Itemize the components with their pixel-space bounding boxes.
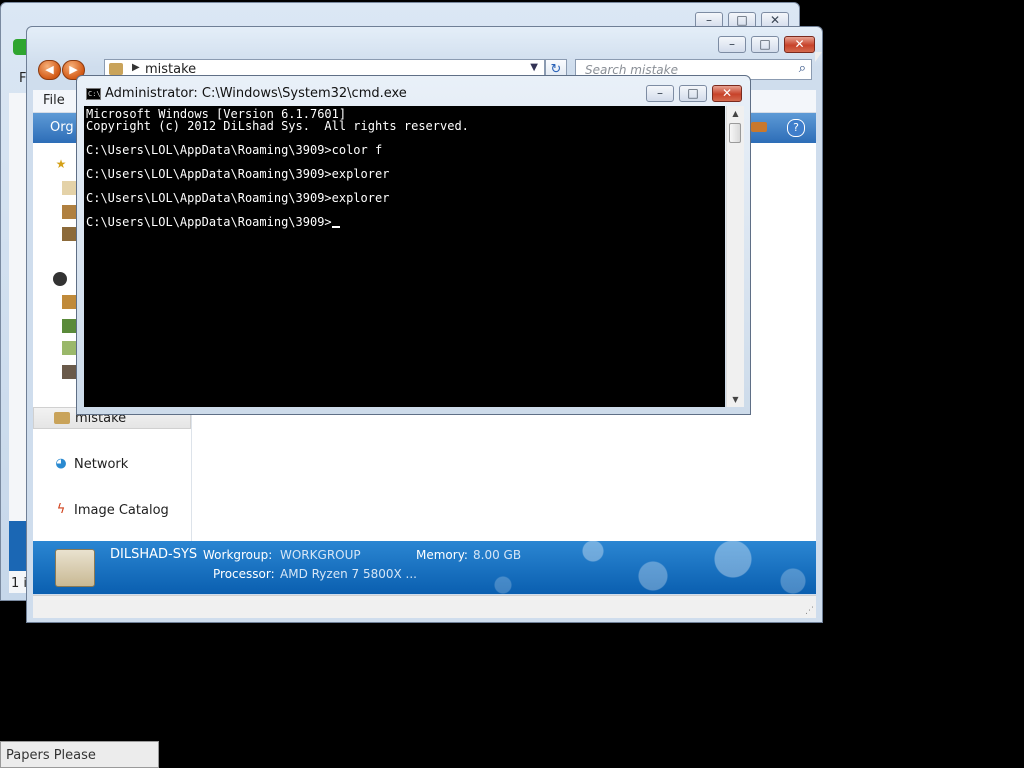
console-prompt-line: C:\Users\LOL\AppData\Roaming\3909> (86, 216, 725, 228)
computer-icon[interactable] (53, 272, 67, 286)
nav-item-label: Image Catalog (74, 503, 169, 518)
favorite-item-icon[interactable] (62, 205, 76, 219)
console-line: C:\Users\LOL\AppData\Roaming\3909>explor… (86, 191, 390, 205)
cmd-close-button[interactable]: ✕ (712, 85, 742, 102)
workgroup-label: Workgroup: (203, 548, 273, 562)
drive-icon[interactable] (62, 365, 76, 379)
menu-file[interactable]: File (43, 93, 65, 108)
console-output[interactable]: Microsoft Windows [Version 6.1.7601] Cop… (84, 106, 725, 407)
minimize-button[interactable]: – (718, 36, 746, 53)
network-icon: ◕ (55, 456, 67, 471)
drive-icon[interactable] (62, 295, 76, 309)
memory-value: 8.00 GB (473, 548, 522, 562)
mouse-pointer-icon (815, 52, 822, 62)
search-icon[interactable]: ⌕ (799, 61, 806, 76)
back-status-text: 1 i (11, 576, 28, 591)
favorites-star-icon[interactable]: ★ (54, 157, 68, 171)
console-line: Copyright (c) 2012 DiLshad Sys. All righ… (86, 119, 469, 133)
help-icon[interactable]: ? (787, 119, 805, 137)
console-prompt: C:\Users\LOL\AppData\Roaming\3909> (86, 215, 332, 229)
resize-grip-icon[interactable]: ⋰ (805, 606, 814, 616)
cmd-maximize-button[interactable]: □ (679, 85, 707, 102)
back-green-nav-icon[interactable] (13, 39, 27, 55)
processor-value: AMD Ryzen 7 5800X ... (280, 567, 417, 581)
processor-label: Processor: (213, 567, 275, 581)
breadcrumb-chevron-icon[interactable]: ▶ (132, 62, 140, 73)
close-button[interactable]: ✕ (784, 36, 815, 53)
folder-icon (109, 63, 123, 75)
scroll-down-icon[interactable]: ▼ (727, 392, 744, 407)
console-line: C:\Users\LOL\AppData\Roaming\3909>explor… (86, 167, 390, 181)
favorite-item-icon[interactable] (62, 227, 76, 241)
cmd-minimize-button[interactable]: – (646, 85, 674, 102)
workgroup-value: WORKGROUP (280, 548, 361, 562)
scroll-up-icon[interactable]: ▲ (727, 106, 744, 121)
view-icon[interactable] (751, 122, 767, 132)
favorite-item-icon[interactable] (62, 181, 76, 195)
details-pane: DILSHAD-SYS Workgroup: WORKGROUP Memory:… (33, 541, 816, 594)
nav-item-label: Network (74, 457, 129, 472)
drive-icon[interactable] (62, 341, 76, 355)
drive-icon[interactable] (62, 319, 76, 333)
text-cursor (331, 226, 340, 228)
cmd-title: Administrator: C:\Windows\System32\cmd.e… (105, 86, 407, 101)
taskbar-item-label: Papers Please (6, 748, 96, 763)
taskbar-item-papers-please[interactable]: Papers Please (0, 741, 159, 768)
nav-item-network[interactable]: ◕ Network (33, 454, 191, 476)
status-bar: ⋰ (33, 595, 816, 618)
scroll-thumb[interactable] (729, 123, 741, 143)
console-line: C:\Users\LOL\AppData\Roaming\3909>color … (86, 143, 383, 157)
chevron-down-icon[interactable]: ▼ (530, 62, 538, 73)
memory-label: Memory: (416, 548, 468, 562)
image-catalog-icon: ϟ (56, 502, 66, 517)
computer-name: DILSHAD-SYS (110, 547, 198, 562)
back-button[interactable]: ◀ (38, 60, 61, 80)
cmd-icon[interactable]: C:\ (86, 88, 101, 100)
cmd-window: C:\ Administrator: C:\Windows\System32\c… (76, 75, 751, 415)
nav-item-image-catalog[interactable]: ϟ Image Catalog (33, 500, 191, 522)
computer-icon (55, 549, 95, 587)
vertical-scrollbar[interactable]: ▲ ▼ (726, 106, 744, 407)
organize-button[interactable]: Org (50, 120, 74, 135)
maximize-button[interactable]: □ (751, 36, 779, 53)
folder-icon (54, 412, 70, 424)
